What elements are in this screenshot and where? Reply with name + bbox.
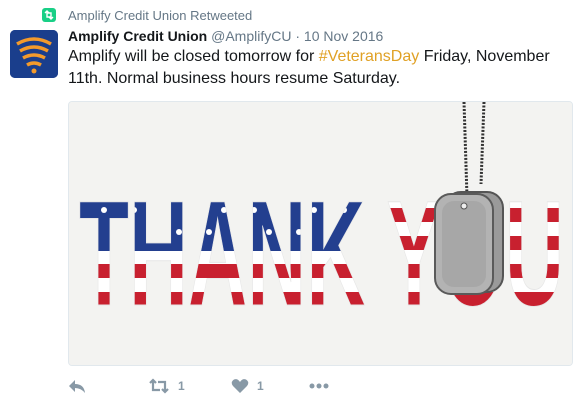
author-name[interactable]: Amplify Credit Union — [68, 28, 207, 44]
retweet-badge-icon — [42, 8, 56, 22]
retweet-button[interactable]: 1 — [148, 376, 185, 396]
tweet-media-image[interactable]: THANK YOU — [68, 101, 573, 366]
separator-dot: · — [295, 28, 301, 44]
tweet-header: Amplify Credit Union @AmplifyCU · 10 Nov… — [68, 28, 383, 44]
like-count: 1 — [257, 379, 264, 393]
like-button[interactable]: 1 — [231, 376, 264, 396]
amplify-logo-icon — [10, 30, 58, 78]
timestamp[interactable]: 10 Nov 2016 — [304, 28, 383, 44]
retweet-context: Amplify Credit Union Retweeted — [42, 6, 252, 24]
heart-icon — [231, 379, 249, 393]
tweet-text-before: Amplify will be closed tomorrow for — [68, 48, 319, 65]
more-button[interactable] — [309, 376, 329, 396]
retweet-context-label[interactable]: Amplify Credit Union Retweeted — [68, 8, 252, 23]
hashtag-link[interactable]: #VeteransDay — [319, 48, 420, 65]
author-handle[interactable]: @AmplifyCU — [211, 28, 291, 44]
retweet-icon — [149, 378, 169, 394]
reply-button[interactable] — [68, 376, 86, 396]
reply-icon — [69, 380, 85, 393]
tweet-text: Amplify will be closed tomorrow for #Vet… — [68, 46, 568, 90]
more-icon — [309, 383, 329, 389]
retweet-count: 1 — [178, 379, 185, 393]
tweet-actions: 1 1 — [68, 376, 573, 396]
avatar[interactable] — [10, 30, 58, 78]
